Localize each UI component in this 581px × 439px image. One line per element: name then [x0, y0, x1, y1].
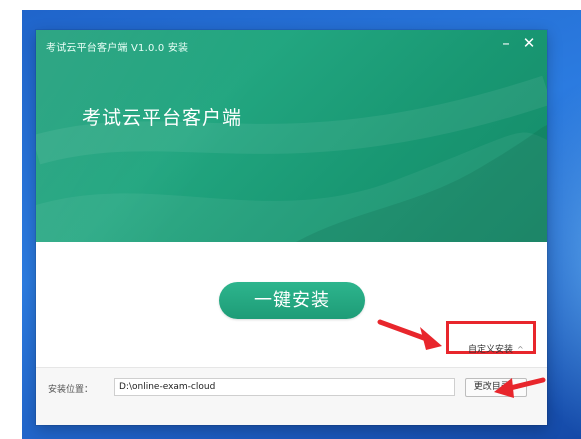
one-click-install-button[interactable]: 一键安装	[219, 282, 365, 319]
window-title: 考试云平台客户端 V1.0.0 安装	[46, 43, 189, 54]
screen-top-margin	[0, 0, 581, 10]
close-icon[interactable]: ✕	[519, 33, 539, 53]
custom-install-label: 自定义安装	[468, 345, 514, 355]
install-path-label: 安装位置：	[48, 385, 94, 395]
installer-window: 考试云平台客户端 V1.0.0 安装 – ✕ 考试云平台客户端 一键安装 自定义…	[36, 30, 547, 425]
hero-heading: 考试云平台客户端	[82, 107, 243, 129]
screen-left-margin	[0, 0, 22, 439]
install-path-input[interactable]: D:\online-exam-cloud	[114, 378, 455, 396]
hero-banner: 考试云平台客户端 V1.0.0 安装 – ✕ 考试云平台客户端	[36, 30, 547, 242]
chevron-up-icon: ^	[517, 345, 524, 354]
minimize-icon[interactable]: –	[496, 33, 516, 53]
custom-install-link[interactable]: 自定义安装 ^	[468, 342, 524, 355]
hero-wave-decoration	[36, 75, 547, 242]
change-directory-button[interactable]: 更改目录...	[465, 378, 527, 397]
